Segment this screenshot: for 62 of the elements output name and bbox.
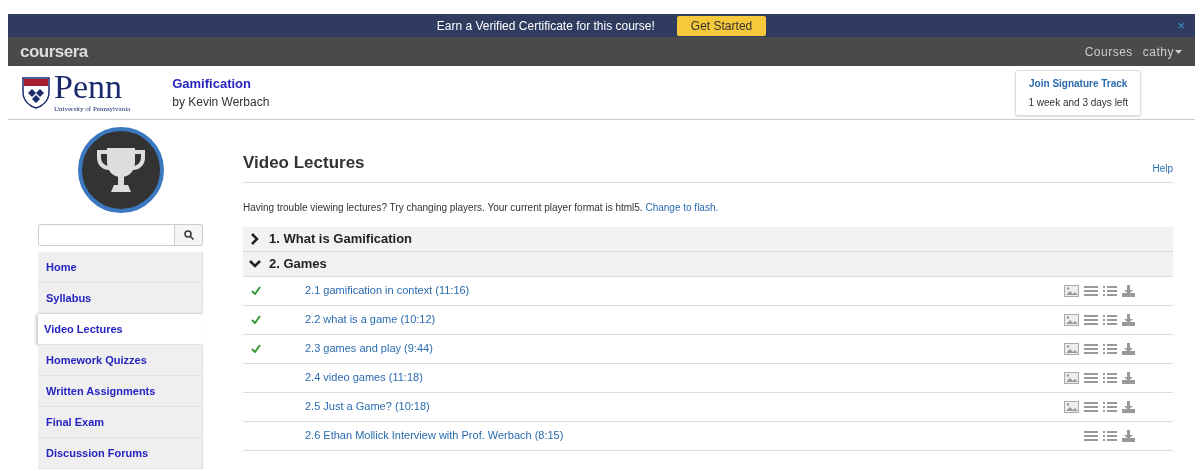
caret-icon[interactable] [1174,48,1183,55]
signature-track-link[interactable]: Join Signature Track [1028,75,1128,91]
list-icon[interactable] [1103,342,1117,355]
list-icon[interactable] [1103,313,1117,326]
image-icon[interactable] [1064,342,1079,355]
lines-icon[interactable] [1084,284,1098,297]
sidebar-item[interactable]: Video Lectures [38,314,203,345]
download-icon[interactable] [1122,313,1135,326]
section-title: 1. What is Gamification [269,229,413,248]
page-title: Video Lectures [243,152,365,174]
list-icon[interactable] [1103,371,1117,384]
search-field[interactable] [38,224,175,246]
notice-text: Having trouble viewing lectures? Try changing players. Your current player format is html5. Change to flash. [243,181,1173,227]
sidebar-item[interactable]: Discussion Forums [38,438,203,469]
instructor-text: by Kevin Werbach [172,94,270,112]
lines-icon[interactable] [1084,313,1098,326]
sidebar-item[interactable]: Homework Quizzes [38,345,203,376]
lines-icon[interactable] [1084,429,1098,442]
sidebar-item[interactable]: Written Assignments [38,376,203,407]
lines-icon[interactable] [1084,342,1098,355]
section-header[interactable]: 1. What is Gamification [243,226,1173,252]
list-icon[interactable] [1103,429,1117,442]
image-icon[interactable] [1064,400,1079,413]
download-icon[interactable] [1122,284,1135,297]
course-title[interactable]: Gamification [172,73,270,94]
list-icon[interactable] [1103,284,1117,297]
lecture-link[interactable]: 2.6 Ethan Mollick Interview with Prof. Werbach (8:15) [305,427,564,444]
help-link[interactable]: Help [1152,160,1173,176]
section-header[interactable]: 2. Games [243,251,1173,277]
sidebar-item[interactable]: Syllabus [38,283,203,314]
get-started-button[interactable]: Get Started [676,15,767,36]
section-title: 2. Games [269,254,327,273]
image-icon[interactable] [1064,313,1079,326]
lecture-link[interactable]: 2.4 video games (11:18) [305,369,423,386]
lines-icon[interactable] [1084,371,1098,384]
user-menu[interactable]: cathy [1142,42,1174,61]
chevron-right-icon [249,232,261,245]
search-icon [183,230,194,240]
image-icon[interactable] [1064,284,1079,297]
list-icon[interactable] [1103,400,1117,413]
download-icon[interactable] [1122,371,1135,384]
shield-icon [22,76,50,109]
lecture-link[interactable]: 2.3 games and play (9:44) [305,340,433,357]
trophy-icon [76,126,165,214]
lines-icon[interactable] [1084,400,1098,413]
download-icon[interactable] [1122,429,1135,442]
search-button[interactable] [175,224,203,246]
time-left-text: 1 week and 3 days left [1028,95,1128,110]
lecture-link[interactable]: 2.2 what is a game (10:12) [305,311,436,328]
lecture-link[interactable]: 2.5 Just a Game? (10:18) [305,398,430,415]
download-icon[interactable] [1122,342,1135,355]
chevron-down-icon [249,257,261,270]
sidebar-item[interactable]: Final Exam [38,407,203,438]
logo[interactable]: coursera [20,38,88,65]
image-icon[interactable] [1064,371,1079,384]
download-icon[interactable] [1122,400,1135,413]
change-player-link[interactable]: Change to flash. [645,201,719,213]
university-name: Penn [54,70,123,105]
banner-text: Earn a Verified Certificate for this course! [436,17,655,35]
lecture-link[interactable]: 2.1 gamification in context (11:16) [305,282,470,299]
nav-link[interactable]: Courses [1084,42,1133,61]
sidebar-item[interactable]: Home [38,252,203,283]
